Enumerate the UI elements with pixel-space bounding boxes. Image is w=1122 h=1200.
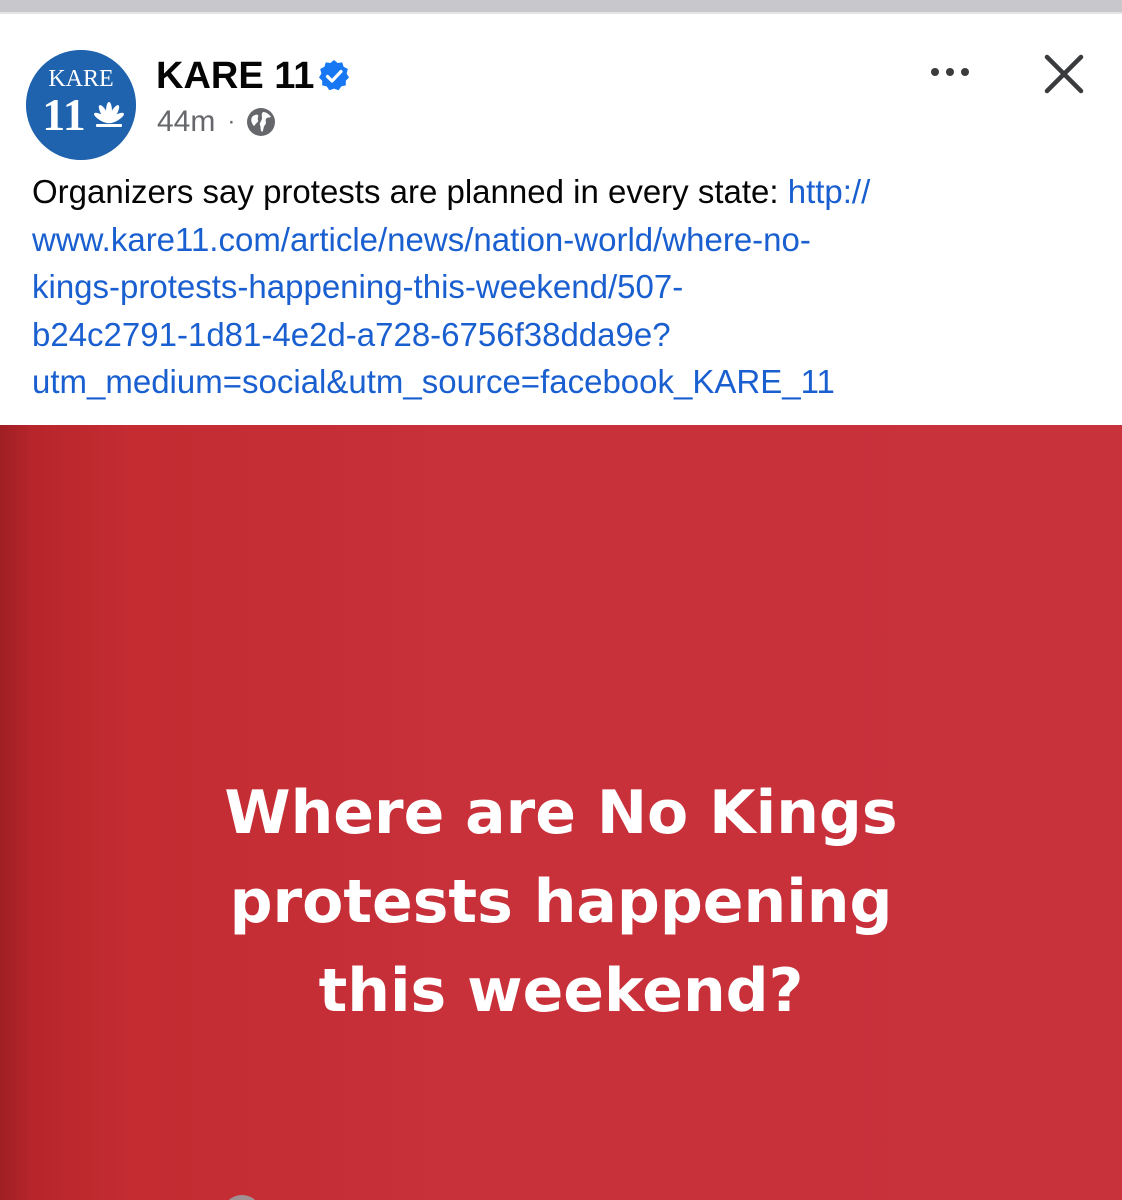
top-divider-edge xyxy=(0,12,1122,14)
close-button[interactable] xyxy=(1036,46,1092,102)
kare11-logo-icon: KARE 11 xyxy=(26,50,136,160)
post-text: Organizers say protests are planned in e… xyxy=(32,168,1092,406)
post-media-image[interactable]: Where are No Kings protests happening th… xyxy=(0,425,1122,1200)
media-headline-line-1: Where are No Kings xyxy=(224,778,898,848)
post-link-part-4[interactable]: b24c2791-1d81-4e2d-a728-6756f38dda9e? xyxy=(32,311,1092,359)
post-link-part-2[interactable]: www.kare11.com/article/news/nation-world… xyxy=(32,216,1092,264)
media-headline-line-3: this weekend? xyxy=(318,956,804,1026)
close-icon xyxy=(1044,54,1084,94)
globe-icon[interactable] xyxy=(245,106,277,138)
more-options-button[interactable] xyxy=(922,52,978,92)
facebook-post-screen: KARE 11 KARE 11 44m · Organizers say pro… xyxy=(0,0,1122,1200)
media-headline-line-2: protests happening xyxy=(229,867,893,937)
page-avatar[interactable]: KARE 11 xyxy=(26,50,136,160)
post-timestamp[interactable]: 44m xyxy=(157,102,215,142)
post-text-line-1: Organizers say protests are planned in e… xyxy=(32,168,1092,216)
avatar-text-num: 11 xyxy=(42,89,85,140)
page-name[interactable]: KARE 11 xyxy=(156,54,314,98)
media-overlay-button-icon xyxy=(222,1195,262,1200)
verified-badge-icon xyxy=(319,60,349,91)
post-link-part-5[interactable]: utm_medium=social&utm_source=facebook_KA… xyxy=(32,358,1092,406)
media-headline: Where are No Kings protests happening th… xyxy=(0,769,1122,1036)
post-text-prefix: Organizers say protests are planned in e… xyxy=(32,173,788,210)
more-options-icon xyxy=(931,68,969,76)
post-meta-row: 44m · xyxy=(157,102,277,142)
top-divider xyxy=(0,0,1122,12)
post-link-part-3[interactable]: kings-protests-happening-this-weekend/50… xyxy=(32,263,1092,311)
post-link-part-1[interactable]: http:// xyxy=(788,173,871,210)
meta-separator: · xyxy=(227,108,236,135)
